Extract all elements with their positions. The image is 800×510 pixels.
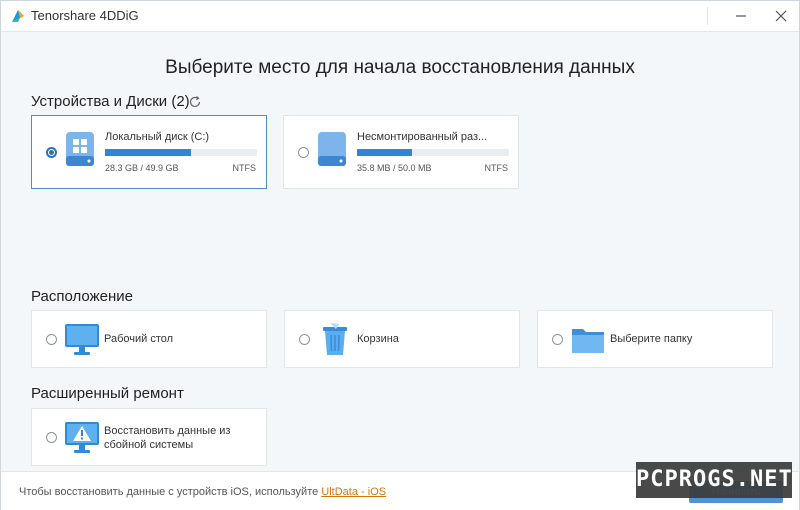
- location-section-title: Расположение: [31, 288, 133, 305]
- location-radio-choose-folder[interactable]: [552, 334, 563, 345]
- monitor-icon: [65, 324, 99, 355]
- disk-usage-fill: [105, 149, 192, 156]
- crashed-system-warning-icon: [65, 422, 99, 453]
- location-radio-desktop[interactable]: [46, 334, 57, 345]
- app-logo-icon: [12, 10, 24, 22]
- location-card-recycle-bin[interactable]: Корзина: [284, 310, 520, 368]
- disk-name: Несмонтированный раз...: [357, 131, 488, 143]
- disk-radio-local-c[interactable]: [46, 147, 57, 158]
- repair-radio-crashed-system[interactable]: [46, 432, 57, 443]
- title-bar: Tenorshare 4DDiG: [1, 1, 799, 32]
- repair-card-crashed-system[interactable]: Восстановить данные из сбойной системы: [31, 408, 267, 466]
- disk-radio-unmounted[interactable]: [298, 147, 309, 158]
- disk-card-local-c[interactable]: Локальный диск (C:) 28.3 GB / 49.9 GB NT…: [31, 115, 267, 189]
- disk-usage-bar: [105, 149, 257, 156]
- repair-section-title: Расширенный ремонт: [31, 385, 184, 402]
- devices-section-title: Устройства и Диски (2): [31, 93, 190, 110]
- windows-drive-icon: [66, 132, 94, 166]
- disk-card-unmounted[interactable]: Несмонтированный раз... 35.8 MB / 50.0 M…: [283, 115, 519, 189]
- recycle-bin-icon: [323, 323, 347, 355]
- disk-filesystem: NTFS: [232, 163, 257, 173]
- close-icon[interactable]: [771, 6, 791, 26]
- location-card-desktop[interactable]: Рабочий стол: [31, 310, 267, 368]
- disk-size: 35.8 MB / 50.0 MB: [357, 163, 432, 173]
- location-label-choose-folder: Выберите папку: [610, 333, 693, 345]
- minimize-icon[interactable]: [731, 6, 751, 26]
- ultdata-ios-link[interactable]: UltData - iOS: [321, 486, 386, 498]
- refresh-icon[interactable]: [188, 95, 202, 109]
- repair-label: Восстановить данные из сбойной системы: [104, 425, 231, 451]
- disk-name: Локальный диск (C:): [105, 131, 210, 143]
- footer-hint-text: Чтобы восстановить данные с устройств iO…: [19, 486, 322, 498]
- disk-usage-fill: [357, 149, 412, 156]
- app-title: Tenorshare 4DDiG: [31, 8, 139, 23]
- footer-hint: Чтобы восстановить данные с устройств iO…: [19, 486, 386, 498]
- disk-size: 28.3 GB / 49.9 GB: [105, 163, 179, 173]
- location-label-desktop: Рабочий стол: [104, 333, 174, 345]
- disk-filesystem: NTFS: [484, 163, 509, 173]
- location-card-choose-folder[interactable]: Выберите папку: [537, 310, 773, 368]
- titlebar-divider: [707, 7, 708, 25]
- watermark: PCPROGS.NET: [636, 462, 792, 498]
- folder-icon: [572, 329, 604, 353]
- drive-icon: [318, 132, 346, 166]
- disk-usage-bar: [357, 149, 509, 156]
- app-window: Tenorshare 4DDiG Выберите место для нача…: [0, 0, 800, 510]
- location-label-recycle-bin: Корзина: [357, 333, 399, 345]
- location-radio-recycle-bin[interactable]: [299, 334, 310, 345]
- page-title: Выберите место для начала восстановления…: [165, 57, 635, 78]
